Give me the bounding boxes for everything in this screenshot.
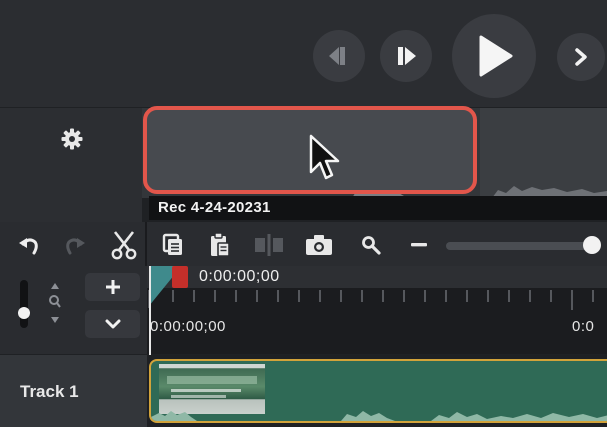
add-track-button[interactable] [85,273,140,301]
step-forward-button[interactable] [380,30,432,82]
magnifier-icon [361,235,381,255]
snapshot-button[interactable] [302,229,336,261]
zoom-slider-track[interactable] [446,242,596,250]
minus-icon [410,242,428,248]
next-button[interactable] [557,33,605,81]
undo-icon [18,234,40,256]
redo-icon [64,234,86,256]
copy-button[interactable] [158,230,188,260]
track-1-label: Track 1 [20,382,79,401]
split-icon [254,233,284,257]
step-back-icon [327,45,351,67]
zoom-button[interactable] [356,230,386,260]
collapse-tracks-button[interactable] [85,310,140,338]
clip-waveform [151,411,607,421]
track-height-slider[interactable] [20,280,28,328]
clip-thumbnail-banner [167,376,257,384]
zoom-out-button[interactable] [404,232,434,258]
ruler-ticks [148,290,594,310]
split-button[interactable] [252,229,286,261]
mouse-cursor-icon [309,134,341,182]
ruler-start-time: 0:00:00;00 [150,318,226,335]
undo-button[interactable] [14,230,44,260]
play-icon [475,35,513,77]
paste-button[interactable] [205,229,235,261]
chevron-right-icon [573,47,589,67]
track-height-thumb[interactable] [18,307,30,319]
step-back-button[interactable] [313,30,365,82]
ruler-next-time: 0:0 [572,318,595,335]
settings-button[interactable] [55,122,89,156]
camera-icon [305,234,333,256]
playhead-time: 0:00:00;00 [199,268,280,285]
redo-button[interactable] [60,230,90,260]
toolbar-divider [145,222,147,266]
clip-thumbnail-text-lines-2 [171,395,226,398]
playhead-handle[interactable] [172,266,188,288]
play-button[interactable] [452,14,536,98]
gear-icon [60,127,84,151]
clip-name: Rec 4-24-20231 [158,199,271,216]
chevron-down-icon [105,318,121,330]
track-height-zoom-icon [47,281,63,325]
zoom-slider-thumb[interactable] [583,236,601,254]
clip-thumbnail-text-lines [171,389,241,392]
scissors-icon [111,230,137,260]
cut-button[interactable] [107,228,141,262]
copy-icon [162,233,184,257]
plus-icon [105,279,121,295]
paste-icon [209,232,231,258]
media-clip[interactable] [149,359,607,423]
step-forward-icon [394,45,418,67]
